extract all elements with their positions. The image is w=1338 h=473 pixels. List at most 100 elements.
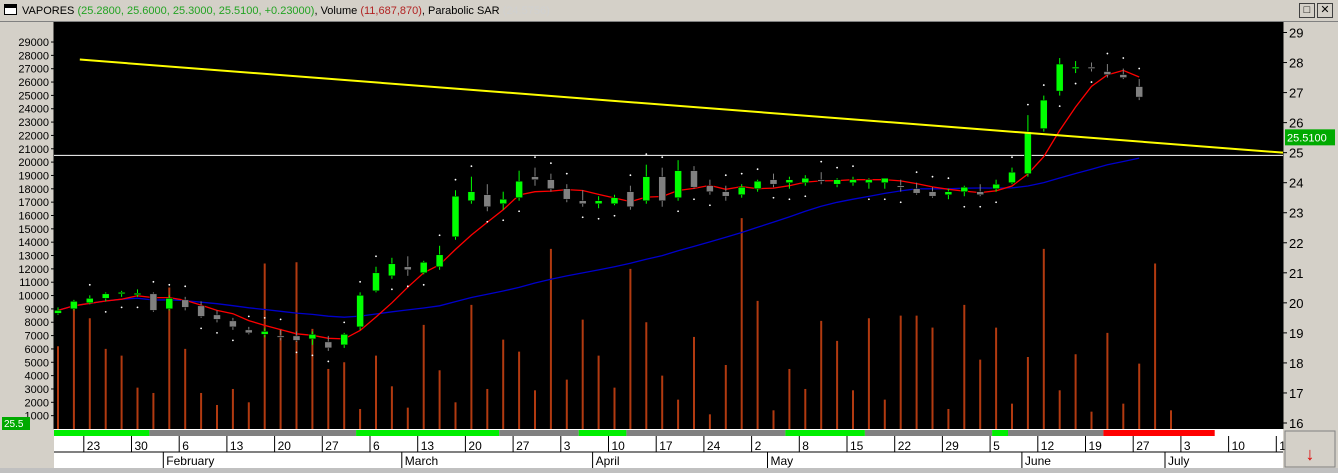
close-icon: ✕ <box>1320 4 1330 16</box>
left-tick-label: 18000 <box>18 184 49 196</box>
candle-body <box>451 195 460 238</box>
day-label: 24 <box>707 439 721 453</box>
volume-readout: (11,687,870) <box>360 5 422 17</box>
candle-body <box>324 341 333 349</box>
sar-dot <box>1138 67 1141 70</box>
candle-body <box>117 292 126 295</box>
sar-dot <box>422 283 425 286</box>
candle-body <box>467 191 476 201</box>
day-label: 30 <box>135 439 149 453</box>
left-tick-label: 7000 <box>25 331 49 343</box>
sar-dot <box>343 321 346 324</box>
price-volume-chart[interactable]: 1000200030004000500060007000800090001000… <box>0 22 1338 468</box>
day-label: 5 <box>993 439 1000 453</box>
signal-segment <box>1008 430 1104 436</box>
signal-segment <box>864 430 993 436</box>
sar-dot <box>391 288 393 291</box>
sar-dot <box>216 331 218 334</box>
left-tick-label: 27000 <box>18 64 49 76</box>
window-title-bar[interactable]: VAPORES (25.2800, 25.6000, 25.3000, 25.5… <box>0 0 1338 22</box>
candle-body <box>499 198 507 204</box>
left-tick-label: 15000 <box>18 224 49 236</box>
candle-body <box>1024 131 1032 174</box>
candle-body <box>356 295 364 328</box>
candle-body <box>912 188 921 194</box>
psar-label: Parabolic SAR <box>428 5 500 17</box>
right-tick-label: 16 <box>1289 416 1303 431</box>
candle-body <box>308 334 317 340</box>
sar-dot <box>327 360 330 363</box>
sar-dot <box>136 306 139 309</box>
sar-dot <box>1011 156 1013 159</box>
candle-body <box>435 254 444 268</box>
candle-body <box>1135 86 1143 98</box>
month-label: March <box>405 454 438 468</box>
candle-body <box>197 305 205 317</box>
left-current-label: 25.5 <box>4 419 24 430</box>
right-tick-label: 18 <box>1289 356 1303 371</box>
candle-body <box>785 179 794 183</box>
sar-dot <box>629 174 632 177</box>
sar-dot <box>88 283 91 286</box>
signal-segment <box>626 430 786 436</box>
sar-dot <box>820 160 823 163</box>
right-tick-label: 20 <box>1289 296 1303 311</box>
day-label: 13 <box>230 439 244 453</box>
close-button[interactable]: ✕ <box>1317 3 1333 18</box>
window-menu-icon[interactable] <box>4 4 17 15</box>
sar-dot <box>438 234 441 237</box>
left-tick-label: 10000 <box>18 291 49 303</box>
candle-body <box>260 331 269 335</box>
candle-body <box>229 320 237 328</box>
day-label: 2 <box>755 439 762 453</box>
candle-body <box>976 191 984 195</box>
plot-background[interactable] <box>54 22 1283 429</box>
restore-button[interactable]: □ <box>1299 3 1315 18</box>
candle-body <box>594 200 603 204</box>
chart-area[interactable]: 1000 2000 3000 4000 5000 6000 7000 8000 9000 1000… <box>0 22 1338 468</box>
sar-dot <box>375 255 377 258</box>
sar-dot <box>518 210 520 213</box>
candle-body <box>133 292 142 295</box>
sar-dot <box>565 172 568 175</box>
sar-dot <box>693 198 695 201</box>
psar-readout: (24.5756) <box>502 5 550 17</box>
left-tick-label: 14000 <box>18 237 49 249</box>
candle-body <box>149 293 158 311</box>
sar-dot <box>804 195 807 198</box>
candle-body <box>881 177 889 183</box>
day-label: 6 <box>373 439 380 453</box>
sar-dot <box>963 205 966 208</box>
sar-dot <box>836 166 838 169</box>
sar-dot <box>772 196 775 199</box>
sar-dot <box>279 318 282 321</box>
candle-body <box>817 179 825 182</box>
left-tick-label: 2000 <box>25 397 49 409</box>
sar-dot <box>470 165 473 168</box>
volume-label: Volume <box>320 5 358 17</box>
sar-dot <box>263 316 266 319</box>
candle-body <box>833 179 841 185</box>
candle-body <box>1055 63 1064 92</box>
sar-dot <box>1027 103 1029 106</box>
candle-body <box>86 298 94 304</box>
day-label: 10 <box>612 439 626 453</box>
sar-dot <box>534 156 536 159</box>
candle-body <box>801 177 810 183</box>
candle-body <box>547 179 555 189</box>
signal-segment <box>356 430 500 436</box>
left-tick-label: 8000 <box>25 317 49 329</box>
left-tick-label: 29000 <box>18 37 49 49</box>
day-label: 27 <box>325 439 339 453</box>
sar-dot <box>184 285 187 288</box>
sar-dot <box>979 205 982 208</box>
sar-dot <box>200 327 203 330</box>
sar-dot <box>359 280 361 283</box>
sar-dot <box>1058 105 1061 108</box>
title-readout: VAPORES (25.2800, 25.6000, 25.3000, 25.5… <box>22 5 550 17</box>
signal-segment <box>54 430 150 436</box>
ohlc-readout: (25.2800, 25.6000, 25.3000, 25.5100, +0.… <box>77 5 315 17</box>
candle-body <box>849 179 857 183</box>
candle-body <box>181 299 189 308</box>
right-tick-label: 17 <box>1289 386 1303 401</box>
